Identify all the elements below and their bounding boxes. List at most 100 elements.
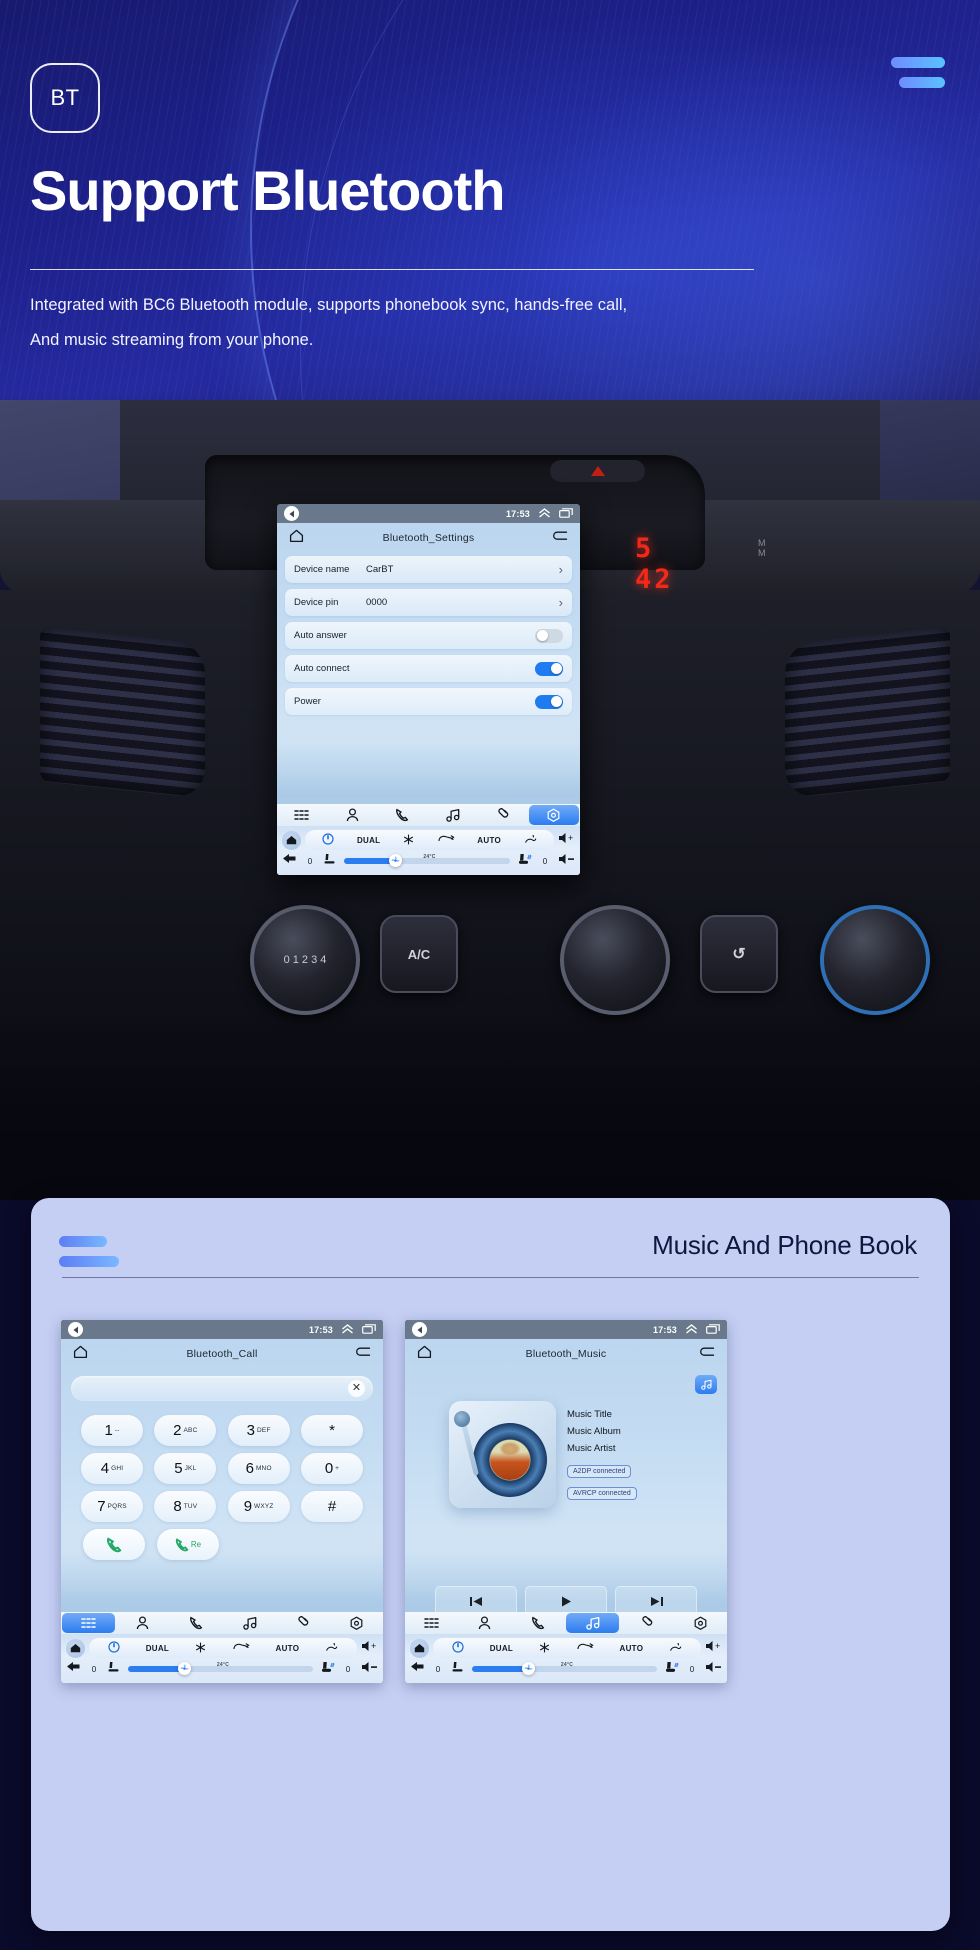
tab-music[interactable] <box>428 804 478 826</box>
defrost-icon[interactable] <box>524 834 537 846</box>
fan-speed-knob[interactable]: 0 1 2 3 4 <box>250 905 360 1015</box>
climate-home-icon[interactable] <box>410 1638 429 1658</box>
recirculate-icon[interactable] <box>437 834 455 846</box>
power-toggle[interactable] <box>535 694 563 709</box>
defrost-icon[interactable] <box>325 1642 338 1654</box>
fan-speed-slider[interactable] <box>472 1662 657 1675</box>
tab-settings[interactable] <box>674 1612 727 1634</box>
dialpad-key-2[interactable]: 2 ABC <box>154 1415 217 1446</box>
dialpad-key-9[interactable]: 9 WXYZ <box>227 1491 290 1522</box>
dialpad-key-0[interactable]: 0 + <box>300 1453 363 1484</box>
hazard-button[interactable] <box>550 460 645 482</box>
climate-back-icon[interactable] <box>282 852 297 870</box>
hamburger-icon[interactable] <box>891 57 945 88</box>
fan-speed-slider[interactable] <box>128 1662 313 1675</box>
dialpad-key-4[interactable]: 4 GHI <box>81 1453 143 1484</box>
tab-settings[interactable] <box>528 805 580 825</box>
tab-music[interactable] <box>223 1612 276 1634</box>
tab-dialpad[interactable] <box>62 1613 116 1633</box>
head-unit-screen-call[interactable]: 17:53 Bluetooth_Call ✕ 1 -- 2 ABC 3 DEF … <box>61 1320 383 1683</box>
auto-answer-toggle[interactable] <box>535 628 563 643</box>
power-icon[interactable] <box>108 1641 120 1655</box>
seat-icon[interactable] <box>451 1660 464 1678</box>
volume-down-icon[interactable] <box>361 1660 378 1678</box>
tab-settings[interactable] <box>330 1612 383 1634</box>
auto-label[interactable]: AUTO <box>477 836 501 845</box>
defrost-icon[interactable] <box>669 1642 682 1654</box>
recents-icon[interactable] <box>706 1323 720 1336</box>
volume-up-icon[interactable]: + <box>558 831 575 849</box>
dual-label[interactable]: DUAL <box>357 836 380 845</box>
dialpad-key-8[interactable]: 8 TUV <box>154 1491 217 1522</box>
climate-home-icon[interactable] <box>282 830 301 850</box>
recirculation-button[interactable]: ↺ <box>700 915 778 993</box>
seat-heat-icon[interactable] <box>665 1660 679 1678</box>
tab-link[interactable] <box>276 1612 329 1634</box>
seat-icon[interactable] <box>323 852 336 870</box>
snowflake-icon[interactable] <box>539 1642 550 1655</box>
dual-label[interactable]: DUAL <box>490 1644 513 1653</box>
recirculate-icon[interactable] <box>576 1642 594 1654</box>
head-unit-screen-settings[interactable]: 17:53 Bluetooth_Settings Device name Car… <box>277 504 580 875</box>
tab-contacts[interactable] <box>327 804 377 826</box>
tab-contacts[interactable] <box>458 1612 511 1634</box>
setting-row-auto-connect[interactable]: Auto connect <box>285 655 572 682</box>
tab-music[interactable] <box>565 1613 620 1633</box>
tab-phone[interactable] <box>512 1612 565 1634</box>
climate-back-icon[interactable] <box>66 1660 81 1678</box>
power-icon[interactable] <box>452 1641 464 1655</box>
setting-row-device-pin[interactable]: Device pin 0000 › <box>285 589 572 616</box>
volume-down-icon[interactable] <box>705 1660 722 1678</box>
setting-row-device-name[interactable]: Device name CarBT › <box>285 556 572 583</box>
dialpad-key-3[interactable]: 3 DEF <box>227 1415 290 1446</box>
climate-back-icon[interactable] <box>410 1660 425 1678</box>
tab-contacts[interactable] <box>116 1612 169 1634</box>
tab-dialpad[interactable] <box>277 804 327 826</box>
setting-row-power[interactable]: Power <box>285 688 572 715</box>
chevron-up-icon[interactable] <box>685 1323 698 1336</box>
volume-up-icon[interactable]: + <box>705 1639 722 1657</box>
fan-speed-slider[interactable] <box>344 854 510 867</box>
chevron-up-icon[interactable] <box>538 507 551 520</box>
phone-number-input[interactable]: ✕ <box>71 1376 373 1401</box>
head-unit-screen-music[interactable]: 17:53 Bluetooth_Music Music Title Music … <box>405 1320 727 1683</box>
snowflake-icon[interactable] <box>403 834 414 847</box>
call-button[interactable] <box>83 1529 145 1560</box>
volume-down-icon[interactable] <box>558 852 575 870</box>
ac-button[interactable]: A/C <box>380 915 458 993</box>
tab-phone[interactable] <box>170 1612 223 1634</box>
dialpad-key-1[interactable]: 1 -- <box>81 1415 143 1446</box>
climate-home-icon[interactable] <box>66 1638 85 1658</box>
recents-icon[interactable] <box>559 507 573 520</box>
airflow-mode-knob[interactable] <box>560 905 670 1015</box>
setting-row-auto-answer[interactable]: Auto answer <box>285 622 572 649</box>
music-source-button[interactable] <box>695 1375 717 1394</box>
auto-label[interactable]: AUTO <box>620 1644 644 1653</box>
auto-label[interactable]: AUTO <box>276 1644 300 1653</box>
seat-heat-icon[interactable] <box>518 852 532 870</box>
close-icon[interactable]: ✕ <box>348 1380 365 1397</box>
back-arrow-icon[interactable] <box>284 506 299 521</box>
dialpad-key-7[interactable]: 7 PQRS <box>81 1491 143 1522</box>
dialpad-key-star[interactable]: * <box>300 1415 363 1446</box>
tab-link[interactable] <box>478 804 528 826</box>
snowflake-icon[interactable] <box>195 1642 206 1655</box>
dual-label[interactable]: DUAL <box>146 1644 169 1653</box>
seat-heat-icon[interactable] <box>321 1660 335 1678</box>
back-arrow-icon[interactable] <box>68 1322 83 1337</box>
volume-up-icon[interactable]: + <box>361 1639 378 1657</box>
power-icon[interactable] <box>322 833 334 847</box>
dialpad-key-hash[interactable]: # <box>300 1491 363 1522</box>
auto-connect-toggle[interactable] <box>535 661 563 676</box>
tab-phone[interactable] <box>377 804 427 826</box>
tab-dialpad[interactable] <box>405 1612 458 1634</box>
tab-link[interactable] <box>620 1612 673 1634</box>
dialpad-key-5[interactable]: 5 JKL <box>154 1453 217 1484</box>
recents-icon[interactable] <box>362 1323 376 1336</box>
temperature-knob[interactable] <box>820 905 930 1015</box>
chevron-up-icon[interactable] <box>341 1323 354 1336</box>
back-arrow-icon[interactable] <box>412 1322 427 1337</box>
recirculate-icon[interactable] <box>232 1642 250 1654</box>
redial-button[interactable]: Re <box>157 1529 219 1560</box>
dialpad-key-6[interactable]: 6 MNO <box>227 1453 290 1484</box>
